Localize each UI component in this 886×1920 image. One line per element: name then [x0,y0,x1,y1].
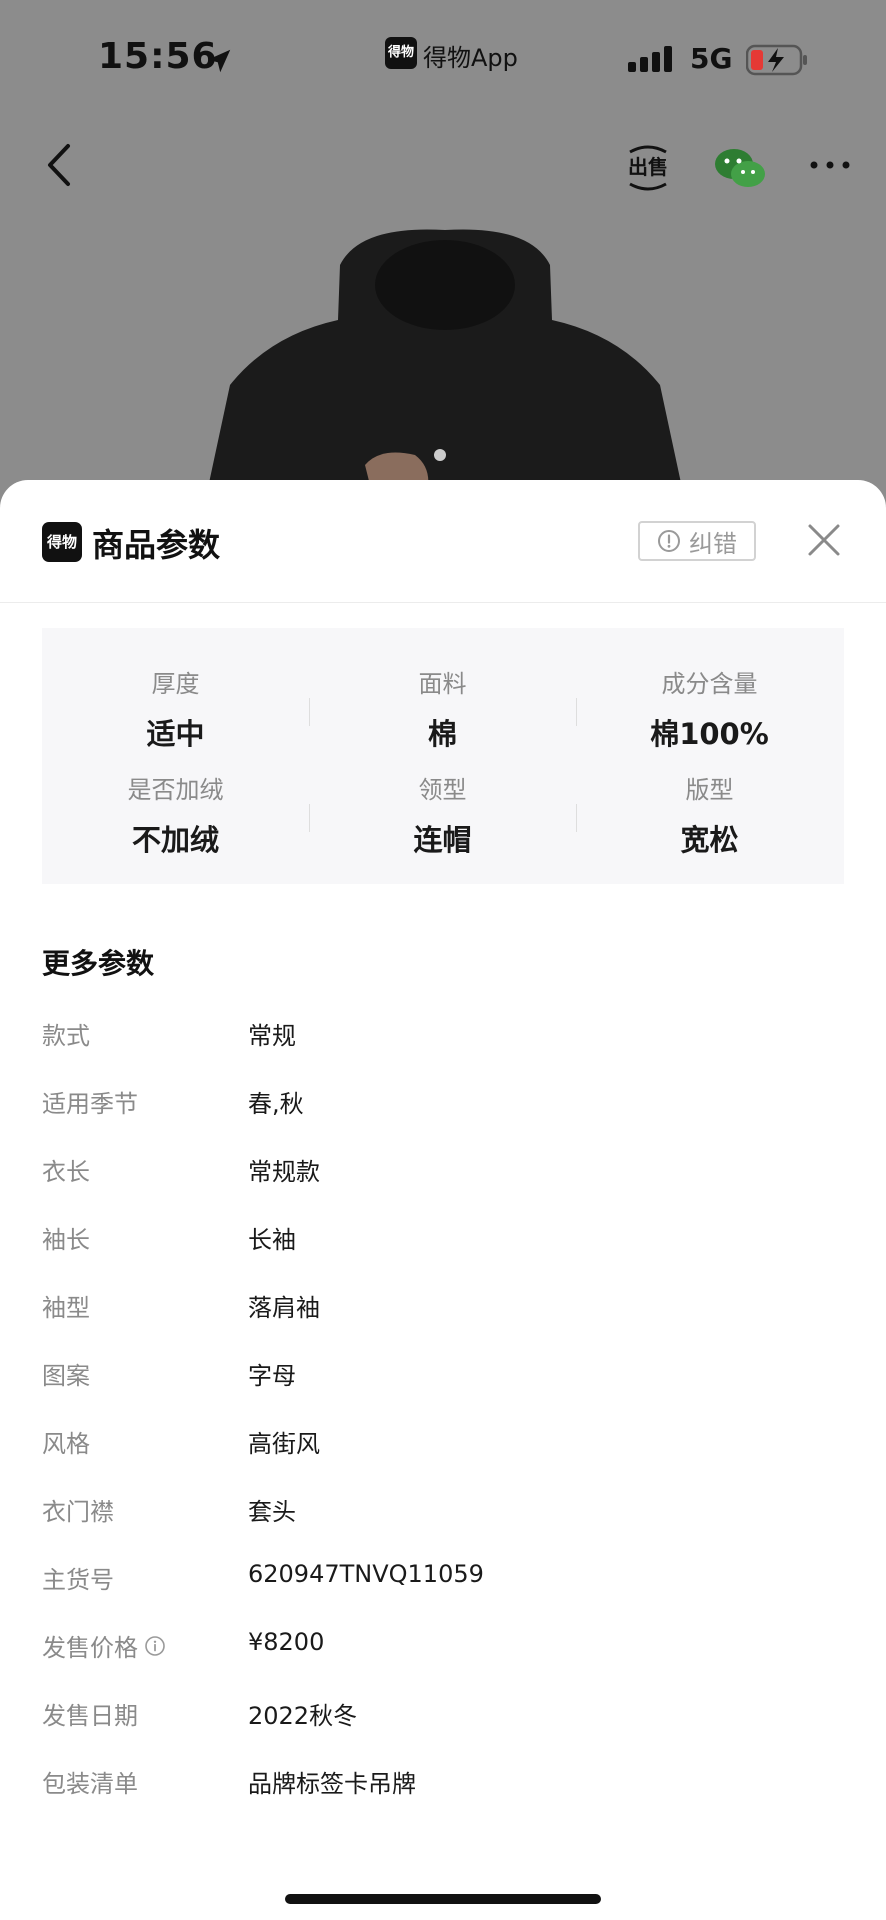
param-label: 是否加绒 [127,776,224,804]
param-row: 袖长 长袖 [42,1220,842,1260]
signal-icon [628,46,672,72]
param-row-key: 袖长 [42,1226,90,1254]
param-row: 图案 字母 [42,1356,842,1396]
param-value: 宽松 [680,823,739,857]
param-row: 包装清单 品牌标签卡吊牌 [42,1764,842,1804]
param-cell: 领型 连帽 [309,770,576,859]
param-row-value: 长袖 [248,1226,296,1254]
divider [576,698,577,726]
param-row-value: 620947TNVQ11059 [248,1560,484,1588]
app-badge: 得物 [385,37,417,69]
param-row-key-with-info: 发售价格 [42,1628,166,1663]
app-name: 得物App [423,44,518,72]
param-row-key: 风格 [42,1430,90,1458]
param-value: 棉 [427,717,457,751]
param-value: 连帽 [413,823,472,857]
product-params-sheet: 得物 商品参数 纠错 厚度 适中 面料 棉 成分含量 棉100% 是否加绒 不加… [0,480,886,1920]
param-cell: 版型 宽松 [576,770,843,859]
param-row: 袖型 落肩袖 [42,1288,842,1328]
param-row-key: 包装清单 [42,1770,138,1798]
param-row-key: 袖型 [42,1294,90,1322]
param-row-key: 发售日期 [42,1702,138,1730]
dewu-logo: 得物 [42,522,82,562]
divider [309,804,310,832]
info-icon[interactable] [144,1635,166,1657]
param-label: 厚度 [151,670,200,698]
param-value: 适中 [146,717,205,751]
param-row-value: 2022秋冬 [248,1702,358,1730]
param-row-key: 图案 [42,1362,90,1390]
param-row-key: 适用季节 [42,1090,138,1118]
param-row: 发售日期 2022秋冬 [42,1696,842,1736]
report-error-label: 纠错 [689,529,737,558]
param-row-key: 衣长 [42,1158,90,1186]
alert-circle-icon [658,530,680,552]
param-label: 成分含量 [661,670,758,698]
param-row: 主货号 620947TNVQ11059 [42,1560,842,1600]
param-label: 面料 [418,670,467,698]
param-row-key: 款式 [42,1022,90,1050]
more-options-icon[interactable] [808,150,852,180]
status-time: 15:56 [98,36,218,77]
param-row-key: 发售价格 [42,1634,138,1662]
param-row-value: 高街风 [248,1430,320,1458]
param-value: 棉100% [650,717,769,751]
sheet-header: 得物 商品参数 纠错 [0,480,886,603]
param-cell: 成分含量 棉100% [576,664,843,753]
more-params-title: 更多参数 [42,947,155,980]
param-row: 衣门襟 套头 [42,1492,842,1532]
sheet-title: 商品参数 [92,526,221,564]
close-icon[interactable] [806,522,842,558]
battery-charging-icon [746,44,807,76]
divider [576,804,577,832]
param-row-key: 主货号 [42,1566,114,1594]
back-arrow-icon[interactable] [40,140,80,190]
param-row: 衣长 常规款 [42,1152,842,1192]
param-row-value: ¥8200 [248,1628,325,1656]
key-params-grid: 厚度 适中 面料 棉 成分含量 棉100% 是否加绒 不加绒 领型 连帽 版型 … [42,628,844,884]
param-cell: 面料 棉 [309,664,576,753]
param-row-value: 落肩袖 [248,1294,320,1322]
status-bar: 15:56 得物 得物App 5G [0,0,886,120]
report-error-button[interactable]: 纠错 [638,521,756,561]
sell-icon-text: 出售 [628,155,668,179]
param-row: 风格 高街风 [42,1424,842,1464]
sell-icon[interactable]: 出售 [626,144,670,192]
param-cell: 是否加绒 不加绒 [42,770,309,859]
param-row-value: 字母 [248,1362,296,1390]
network-type: 5G [690,42,733,75]
param-row-value: 常规 [248,1022,296,1050]
divider [309,698,310,726]
param-row: 适用季节 春,秋 [42,1084,842,1124]
param-value: 不加绒 [131,823,219,857]
param-row-value: 常规款 [248,1158,320,1186]
param-row-value: 套头 [248,1498,296,1526]
param-row: 款式 常规 [42,1016,842,1056]
home-indicator[interactable] [285,1894,601,1904]
param-row-key: 衣门襟 [42,1498,114,1526]
param-row-value: 品牌标签卡吊牌 [248,1770,416,1798]
param-row: 发售价格 ¥8200 [42,1628,842,1668]
param-row-value: 春,秋 [248,1090,304,1118]
param-label: 领型 [418,776,467,804]
param-cell: 厚度 适中 [42,664,309,753]
wechat-share-icon[interactable] [714,146,766,190]
location-arrow-icon [207,49,231,73]
param-label: 版型 [685,776,734,804]
